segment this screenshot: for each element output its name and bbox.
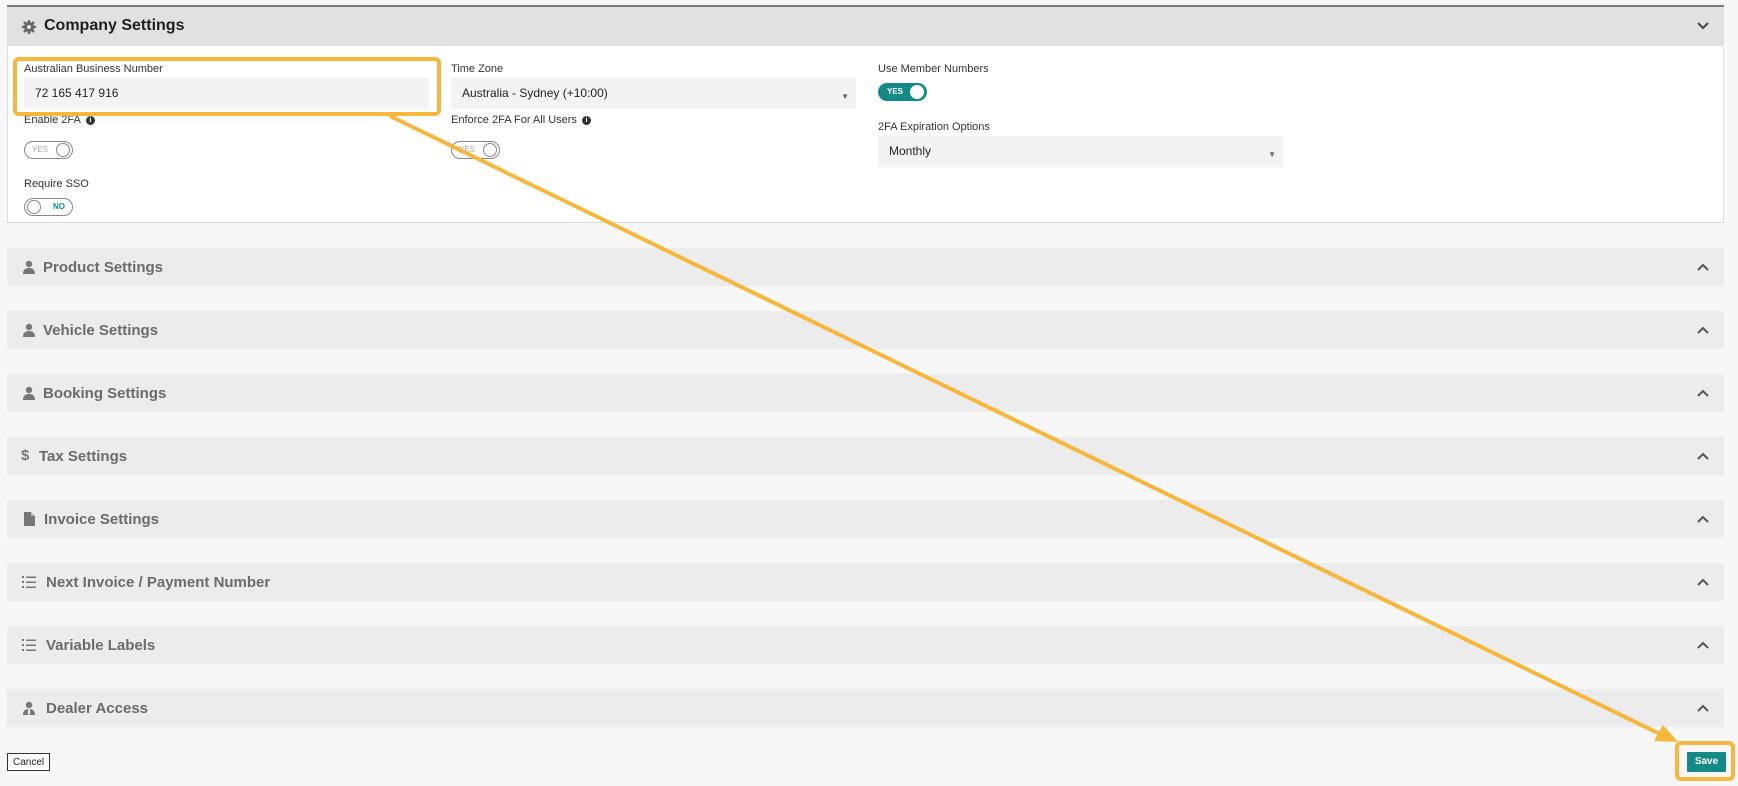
annotation-arrow xyxy=(389,114,1678,742)
